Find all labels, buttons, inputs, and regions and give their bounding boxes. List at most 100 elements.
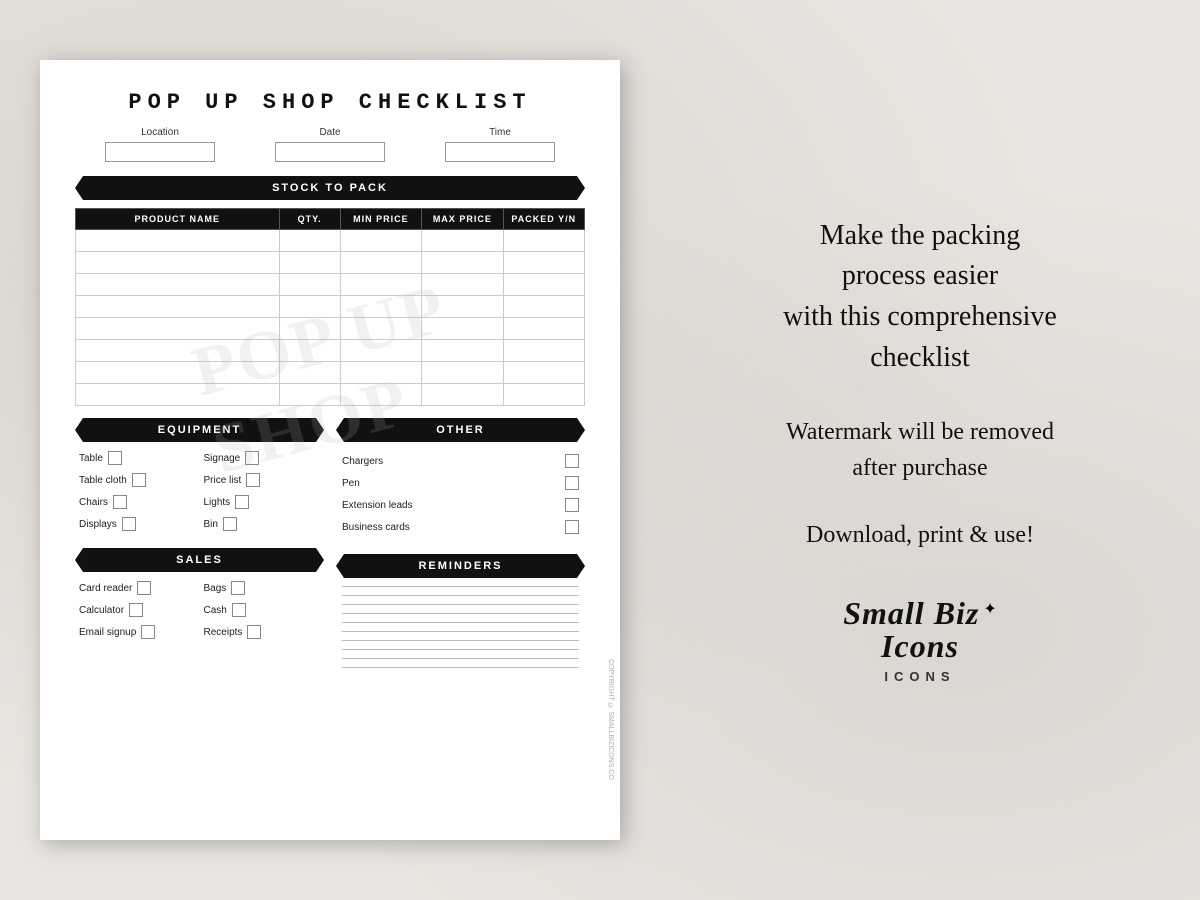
location-field: Location — [105, 127, 215, 162]
col-qty: QTY. — [279, 209, 340, 230]
other-col: OTHER Chargers Pen Extension leads — [336, 418, 585, 676]
brand-name-part2: Icons — [881, 628, 959, 665]
item-label: Email signup — [79, 627, 136, 638]
reminder-line — [342, 595, 579, 596]
brand-name-part1: Small Biz — [843, 595, 979, 632]
list-item: Chairs — [79, 492, 196, 512]
col-min: MIN PRICE — [340, 209, 421, 230]
checkbox[interactable] — [223, 517, 237, 531]
col-max: MAX PRICE — [422, 209, 503, 230]
reminder-line — [342, 613, 579, 614]
list-item: Cash — [204, 600, 321, 620]
date-field: Date — [275, 127, 385, 162]
checkbox[interactable] — [122, 517, 136, 531]
item-label: Cash — [204, 605, 227, 616]
reminder-line — [342, 667, 579, 668]
list-item: Bags — [204, 578, 321, 598]
list-item: Table cloth — [79, 470, 196, 490]
date-box[interactable] — [275, 142, 385, 162]
checkbox[interactable] — [247, 625, 261, 639]
checkbox[interactable] — [235, 495, 249, 509]
tagline-line1: Make the packing — [820, 220, 1021, 251]
time-field: Time — [445, 127, 555, 162]
star-icon: ✦ — [983, 599, 996, 619]
reminder-line — [342, 658, 579, 659]
equipment-col: EQUIPMENT Table Signage Table cloth — [75, 418, 324, 676]
checkbox[interactable] — [245, 451, 259, 465]
checkbox[interactable] — [129, 603, 143, 617]
location-box[interactable] — [105, 142, 215, 162]
list-item: Receipts — [204, 622, 321, 642]
reminder-line — [342, 604, 579, 605]
watermark-note: Watermark will be removed after purchase — [786, 414, 1054, 486]
item-label: Business cards — [342, 522, 410, 533]
table-row — [76, 384, 585, 406]
doc-title: POP UP SHOP CHECKLIST — [75, 90, 585, 115]
checkbox[interactable] — [137, 581, 151, 595]
item-label: Bin — [204, 519, 218, 530]
watermark-note-line2: after purchase — [852, 455, 987, 481]
item-label: Extension leads — [342, 500, 413, 511]
checkbox[interactable] — [232, 603, 246, 617]
item-label: Receipts — [204, 627, 243, 638]
table-row — [76, 340, 585, 362]
checkbox[interactable] — [565, 454, 579, 468]
item-label: Chairs — [79, 497, 108, 508]
tagline-line3: with this comprehensive — [783, 301, 1057, 332]
checkbox[interactable] — [246, 473, 260, 487]
table-row — [76, 230, 585, 252]
checkbox[interactable] — [108, 451, 122, 465]
brand-sub: ICONS — [884, 669, 955, 684]
table-row — [76, 274, 585, 296]
checkbox[interactable] — [132, 473, 146, 487]
watermark-note-line1: Watermark will be removed — [786, 419, 1054, 445]
checkbox[interactable] — [565, 520, 579, 534]
reminder-line — [342, 622, 579, 623]
list-item: Chargers — [340, 450, 581, 472]
item-label: Table cloth — [79, 475, 127, 486]
reminder-line — [342, 649, 579, 650]
item-label: Signage — [204, 453, 241, 464]
other-list: Chargers Pen Extension leads Business ca… — [336, 442, 585, 546]
item-label: Bags — [204, 583, 227, 594]
table-row — [76, 318, 585, 340]
checkbox[interactable] — [113, 495, 127, 509]
item-label: Lights — [204, 497, 231, 508]
list-item: Email signup — [79, 622, 196, 642]
sales-list: Card reader Bags Calculator Cash — [75, 572, 324, 648]
checkbox[interactable] — [231, 581, 245, 595]
list-item: Business cards — [340, 516, 581, 538]
stock-table: PRODUCT NAME QTY. MIN PRICE MAX PRICE PA… — [75, 208, 585, 406]
reminder-line — [342, 631, 579, 632]
other-header: OTHER — [336, 418, 585, 442]
item-label: Table — [79, 453, 103, 464]
list-item: Displays — [79, 514, 196, 534]
brand-area: Small Biz ✦ Icons ICONS — [843, 595, 997, 684]
doc-fields-row: Location Date Time — [75, 127, 585, 162]
list-item: Lights — [204, 492, 321, 512]
item-label: Displays — [79, 519, 117, 530]
page-container: POP UP SHOP CHECKLIST Location Date Time… — [0, 0, 1200, 900]
table-row — [76, 296, 585, 318]
list-item: Signage — [204, 448, 321, 468]
item-label: Calculator — [79, 605, 124, 616]
item-label: Chargers — [342, 456, 383, 467]
sales-header: SALES — [75, 548, 324, 572]
table-row — [76, 252, 585, 274]
checkbox[interactable] — [141, 625, 155, 639]
col-packed: PACKED Y/N — [503, 209, 584, 230]
time-box[interactable] — [445, 142, 555, 162]
download-note: Download, print & use! — [806, 522, 1034, 549]
doc-preview: POP UP SHOP CHECKLIST Location Date Time… — [40, 60, 620, 840]
list-item: Card reader — [79, 578, 196, 598]
right-panel: Make the packing process easier with thi… — [680, 196, 1160, 704]
list-item: Calculator — [79, 600, 196, 620]
location-label: Location — [141, 127, 179, 138]
list-item: Bin — [204, 514, 321, 534]
tagline-line4: checklist — [870, 342, 970, 373]
item-label: Pen — [342, 478, 360, 489]
checkbox[interactable] — [565, 476, 579, 490]
reminders-lines — [336, 578, 585, 676]
checkbox[interactable] — [565, 498, 579, 512]
table-row — [76, 362, 585, 384]
